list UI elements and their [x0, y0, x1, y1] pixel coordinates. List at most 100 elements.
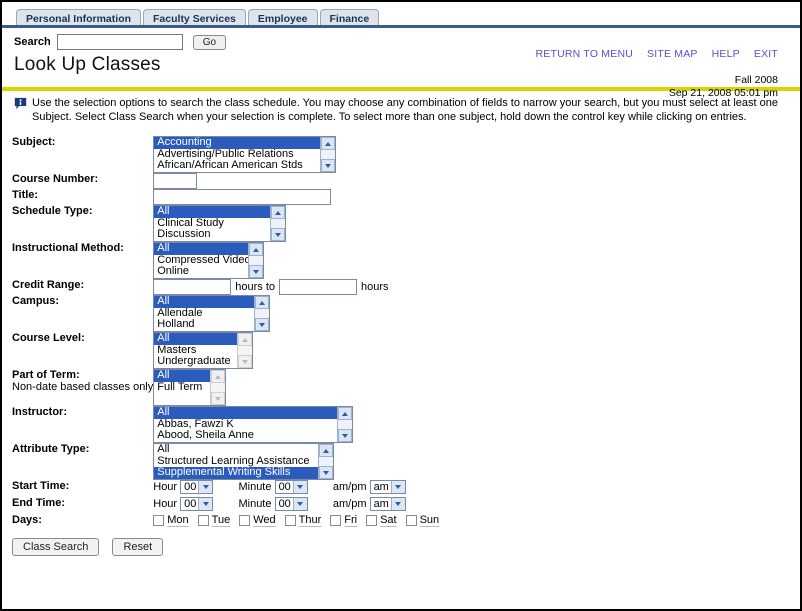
end-ampm-value: am	[373, 498, 389, 510]
course-level-option[interactable]: All	[154, 333, 238, 345]
credit-range-from-input[interactable]	[153, 279, 232, 295]
schedule-type-option[interactable]: All	[154, 206, 271, 218]
instructor-option[interactable]: Abood, Sheila Anne	[154, 430, 337, 442]
part-of-term-option[interactable]: All	[154, 370, 211, 382]
link-site-map[interactable]: SITE MAP	[647, 48, 698, 60]
checkbox-mon[interactable]	[153, 514, 165, 526]
start-hour-select[interactable]: 00	[180, 480, 214, 494]
scroll-down-arrow-icon[interactable]	[321, 159, 336, 172]
scroll-down-arrow-icon[interactable]	[271, 228, 286, 241]
checkbox-fri[interactable]	[330, 514, 342, 526]
end-hour-value: 00	[184, 498, 197, 510]
day-tue[interactable]: Tue	[197, 514, 231, 527]
instructor-option[interactable]: All	[154, 407, 338, 419]
term-label: Fall 2008	[734, 74, 778, 86]
label-instructional-method: Instructional Method:	[12, 242, 124, 254]
part-of-term-listbox[interactable]: All Full Term	[153, 369, 227, 406]
timestamp-label: Sep 21, 2008 05:01 pm	[668, 87, 778, 99]
day-sat[interactable]: Sat	[366, 514, 397, 526]
day-thur[interactable]: Thur	[284, 514, 322, 527]
start-ampm-label: am/pm	[332, 481, 367, 493]
scroll-down-arrow-icon[interactable]	[255, 318, 270, 331]
end-ampm-select[interactable]: am	[369, 497, 406, 511]
day-sun[interactable]: Sun	[405, 514, 439, 526]
credit-range-to-input[interactable]	[279, 279, 357, 295]
instructional-method-option[interactable]: Online	[154, 266, 248, 278]
course-level-option[interactable]: Undergraduate	[154, 356, 237, 368]
checkbox-wed[interactable]	[239, 514, 251, 526]
scroll-down-arrow-icon[interactable]	[249, 265, 264, 278]
subject-scrollbar[interactable]	[320, 137, 336, 172]
campus-option[interactable]: Holland	[154, 319, 254, 331]
end-minute-select[interactable]: 00	[274, 497, 308, 511]
schedule-type-listbox[interactable]: All Clinical Study Discussion	[153, 205, 287, 242]
instructor-listbox[interactable]: All Abbas, Fawzi K Abood, Sheila Anne	[153, 406, 354, 443]
label-instructor: Instructor:	[12, 406, 67, 418]
day-mon[interactable]: Mon	[153, 514, 189, 526]
schedule-type-scrollbar[interactable]	[270, 206, 286, 241]
class-search-button[interactable]: Class Search	[12, 538, 100, 557]
course-level-scrollbar	[237, 333, 253, 368]
checkbox-tue[interactable]	[197, 514, 209, 526]
subject-option[interactable]: African/African American Stds	[154, 160, 320, 172]
instructional-method-listbox[interactable]: All Compressed Video Online	[153, 242, 265, 279]
scroll-down-arrow-icon[interactable]	[319, 466, 334, 479]
subject-option[interactable]: Accounting	[154, 137, 321, 149]
label-start-time: Start Time:	[12, 480, 70, 492]
scroll-up-arrow-icon[interactable]	[321, 137, 336, 150]
campus-scrollbar[interactable]	[254, 296, 270, 331]
attribute-type-listbox[interactable]: All Structured Learning Assistance Suppl…	[153, 443, 335, 480]
part-of-term-label: Part of Term:	[12, 369, 80, 381]
checkbox-thur[interactable]	[284, 514, 296, 526]
day-label: Thur	[298, 514, 322, 527]
course-number-input[interactable]	[153, 173, 198, 189]
campus-option[interactable]: All	[154, 296, 255, 308]
start-ampm-select[interactable]: am	[369, 480, 406, 494]
label-days: Days:	[12, 514, 42, 526]
scroll-down-arrow-icon[interactable]	[338, 429, 353, 442]
day-fri[interactable]: Fri	[330, 514, 357, 526]
campus-listbox[interactable]: All Allendale Holland	[153, 295, 271, 332]
scroll-up-arrow-icon[interactable]	[319, 444, 334, 457]
label-title: Title:	[12, 189, 39, 201]
day-label: Tue	[211, 514, 231, 527]
schedule-type-option[interactable]: Discussion	[154, 229, 270, 241]
subject-listbox[interactable]: Accounting Advertising/Public Relations …	[153, 136, 337, 173]
link-exit[interactable]: EXIT	[754, 48, 778, 60]
instructor-scrollbar[interactable]	[337, 407, 353, 442]
chevron-down-icon	[198, 498, 213, 510]
chevron-down-icon	[292, 481, 307, 493]
start-minute-select[interactable]: 00	[274, 480, 308, 494]
banner-page: Personal Information Faculty Services Empl…	[0, 0, 802, 611]
checkbox-sat[interactable]	[366, 514, 378, 526]
attribute-type-option[interactable]: All	[154, 444, 318, 456]
label-attribute-type: Attribute Type:	[12, 443, 90, 455]
title-input[interactable]	[153, 189, 332, 205]
scroll-up-arrow-icon[interactable]	[338, 407, 353, 420]
main-nav-tabs: Personal Information Faculty Services Empl…	[2, 2, 800, 28]
label-campus: Campus:	[12, 295, 60, 307]
chevron-down-icon	[390, 498, 405, 510]
scroll-down-arrow-icon	[211, 392, 226, 405]
scroll-up-arrow-icon[interactable]	[255, 296, 270, 309]
scroll-up-arrow-icon[interactable]	[249, 243, 264, 256]
search-input[interactable]	[56, 34, 183, 50]
search-go-button[interactable]: Go	[192, 34, 227, 50]
end-hour-select[interactable]: 00	[180, 497, 214, 511]
course-level-listbox[interactable]: All Masters Undergraduate	[153, 332, 254, 369]
scroll-up-arrow-icon[interactable]	[271, 206, 286, 219]
attribute-type-option[interactable]: Supplemental Writing Skills	[154, 467, 319, 479]
checkbox-sun[interactable]	[405, 514, 417, 526]
part-of-term-option[interactable]: Full Term	[154, 381, 210, 394]
chevron-down-icon	[198, 481, 213, 493]
link-help[interactable]: HELP	[712, 48, 740, 60]
reset-button[interactable]: Reset	[112, 538, 164, 557]
scroll-up-arrow-icon	[211, 370, 226, 383]
credit-range-end-label: hours	[361, 281, 389, 293]
instructional-method-scrollbar[interactable]	[248, 243, 264, 278]
attribute-type-scrollbar[interactable]	[318, 444, 334, 479]
day-wed[interactable]: Wed	[239, 514, 276, 526]
end-ampm-label: am/pm	[332, 498, 367, 510]
instructional-method-option[interactable]: All	[154, 243, 249, 255]
link-return-to-menu[interactable]: RETURN TO MENU	[536, 48, 634, 60]
